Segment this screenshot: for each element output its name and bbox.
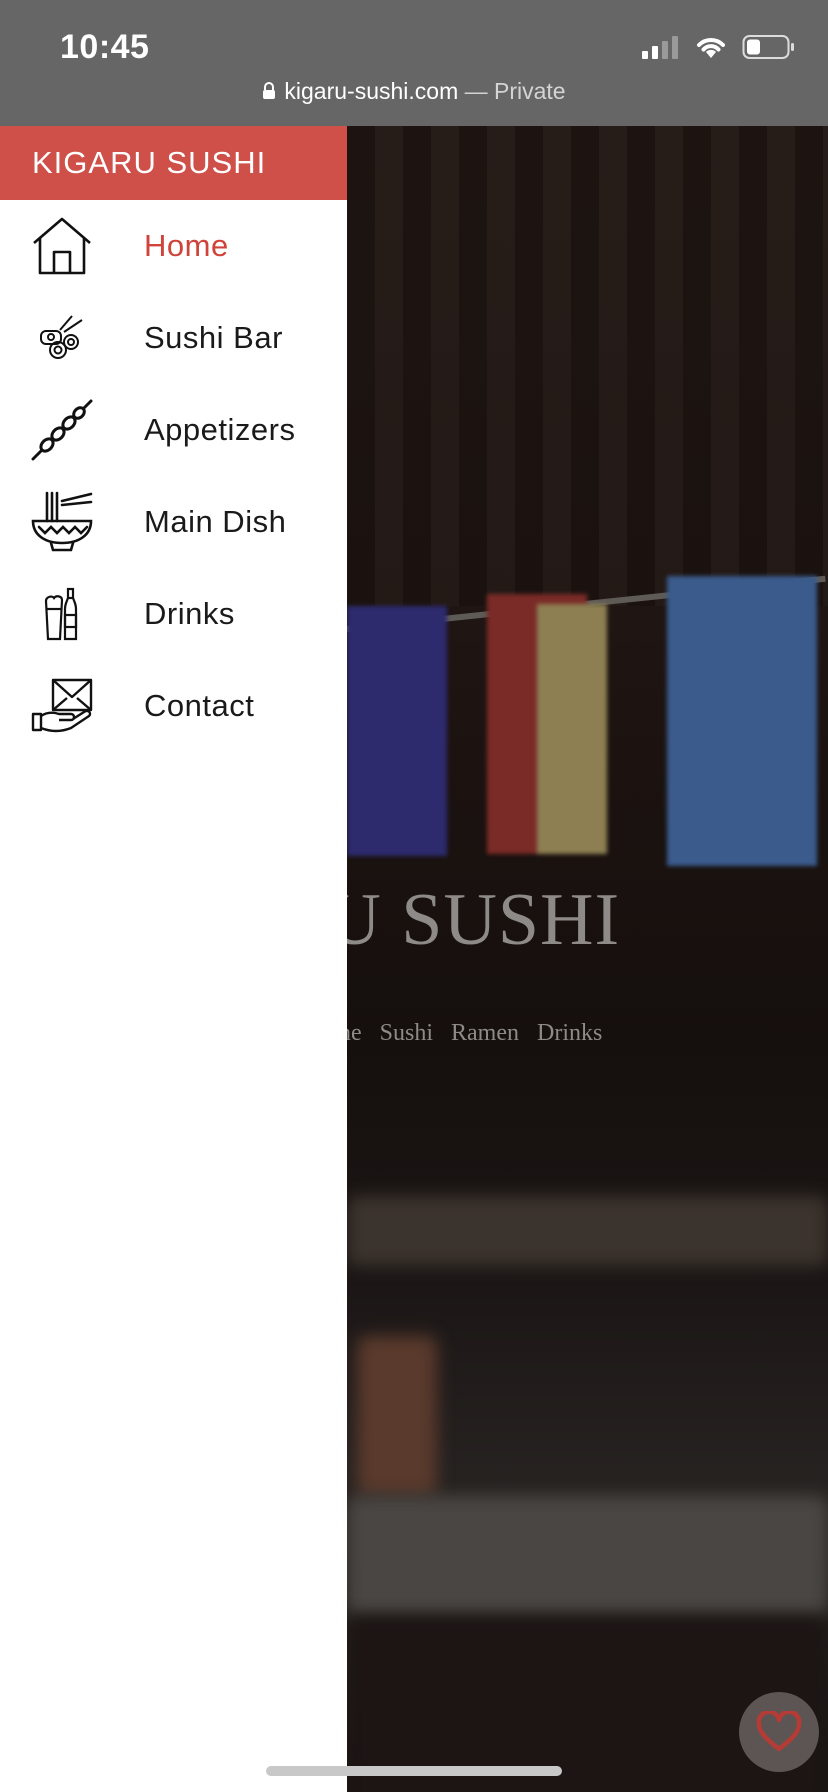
noren-banner [667, 576, 817, 866]
status-icons [640, 34, 796, 60]
hero-nav-ramen[interactable]: Ramen [451, 1020, 519, 1047]
noren-banner [347, 606, 447, 856]
favorite-button[interactable] [739, 1692, 819, 1772]
menu-label-home: Home [144, 228, 229, 263]
menu-label-drinks: Drinks [144, 596, 235, 631]
menu-label-appetizers: Appetizers [144, 412, 296, 447]
menu-item-drinks[interactable]: Drinks [0, 568, 347, 660]
status-time: 10:45 [60, 28, 150, 66]
mail-hand-icon [30, 674, 94, 738]
hero-title: RU SUSHI [347, 879, 621, 961]
url-bar[interactable]: kigaru-sushi.com — Private [0, 78, 828, 106]
drawer-brand[interactable]: KIGARU SUSHI [0, 126, 347, 200]
url-text: kigaru-sushi.com [284, 78, 459, 104]
menu-item-contact[interactable]: Contact [0, 660, 347, 752]
skewer-icon [30, 398, 94, 462]
battery-icon [742, 35, 794, 59]
hero-nav-sushi[interactable]: Sushi [380, 1020, 433, 1047]
menu-item-sushi-bar[interactable]: Sushi Bar [0, 292, 347, 384]
hero-nav-drinks[interactable]: Drinks [537, 1020, 602, 1047]
noren-banner [487, 594, 607, 854]
granite-counter [347, 1496, 828, 1616]
wifi-icon [697, 38, 725, 58]
ramen-bowl-icon [30, 490, 94, 554]
status-bar: 10:45 kigaru-sushi.com — Private [0, 0, 828, 126]
counter-shelf [347, 1196, 828, 1266]
menu-item-home[interactable]: Home [0, 200, 347, 292]
hero-background: RU SUSHI ne Sushi Ramen Drinks [347, 126, 828, 1792]
url-separator: — [458, 78, 495, 104]
lock-icon [262, 79, 276, 106]
heart-icon [756, 1711, 802, 1752]
menu-item-main-dish[interactable]: Main Dish [0, 476, 347, 568]
hero-nav-home[interactable]: ne [347, 1020, 362, 1047]
sushi-roll-icon [30, 306, 94, 370]
house-icon [30, 214, 94, 278]
drawer-menu: Home Sushi Bar Appetizers Main Dish Drin… [0, 200, 347, 752]
hero-nav: ne Sushi Ramen Drinks [347, 1020, 602, 1047]
menu-label-contact: Contact [144, 688, 255, 723]
cellular-signal-icon [642, 36, 678, 59]
home-indicator[interactable] [266, 1766, 562, 1776]
menu-label-sushi-bar: Sushi Bar [144, 320, 283, 355]
bottles [357, 1336, 437, 1496]
private-label: Private [494, 78, 566, 104]
wood-wall [347, 126, 828, 606]
drinks-icon [30, 582, 94, 646]
menu-label-main-dish: Main Dish [144, 504, 287, 539]
menu-item-appetizers[interactable]: Appetizers [0, 384, 347, 476]
side-drawer: KIGARU SUSHI Home Sushi Bar Appetizers M… [0, 126, 347, 1792]
